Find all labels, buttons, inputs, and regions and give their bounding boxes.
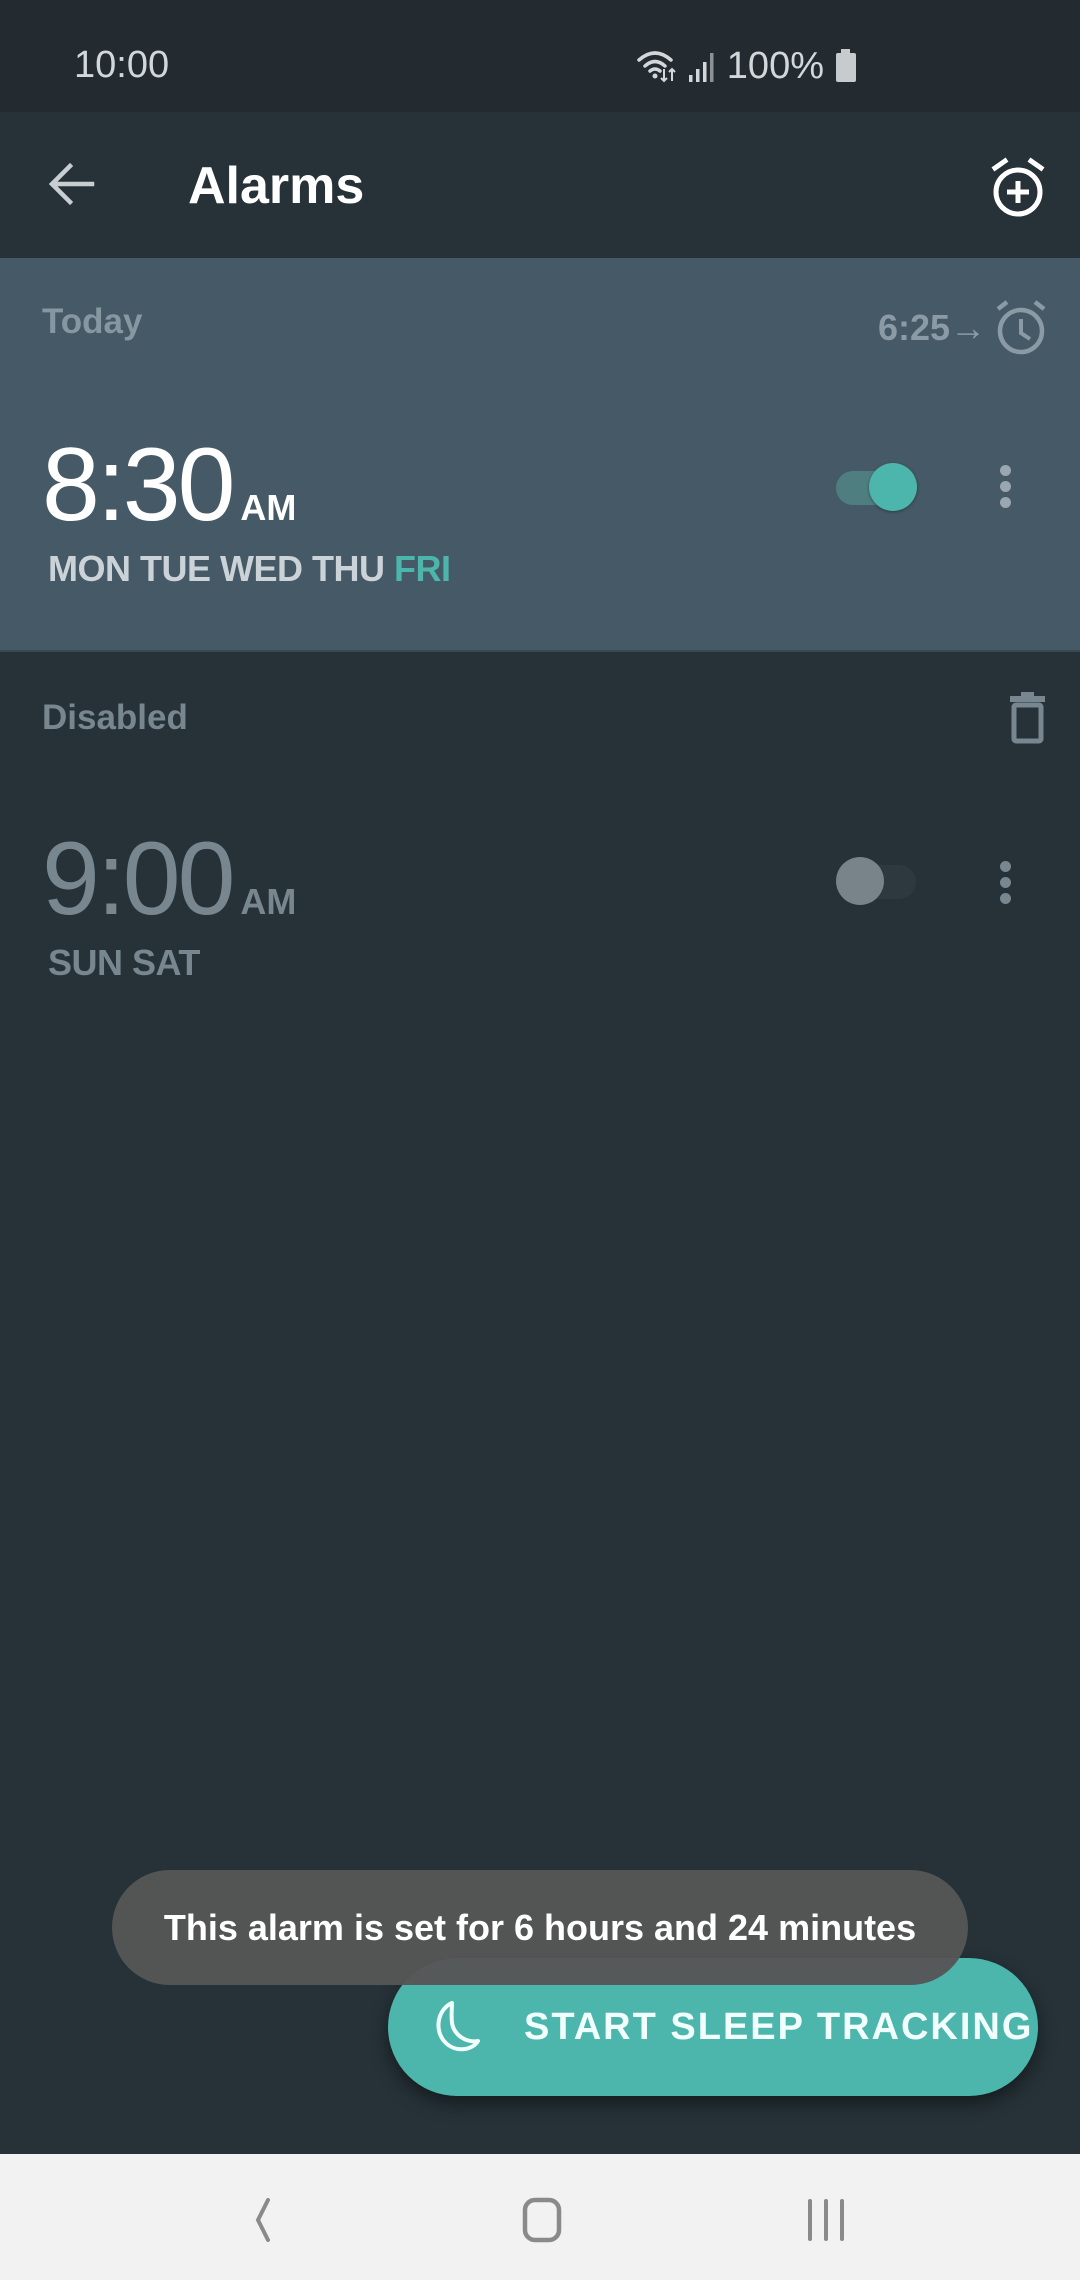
section-label-disabled: Disabled	[42, 698, 188, 737]
alarm-enable-toggle[interactable]	[836, 850, 926, 910]
alarm-enable-toggle[interactable]	[836, 456, 926, 516]
alarm-clock-icon	[996, 300, 1046, 355]
alarm-repeat-days: SUN SAT	[48, 942, 200, 984]
alarm-more-button[interactable]	[986, 456, 1026, 516]
alarm-time-digits: 9:00	[42, 821, 235, 937]
nav-home-icon	[522, 2197, 562, 2243]
arrow-left-icon	[48, 162, 95, 206]
battery-level: 100%	[726, 44, 824, 87]
fab-label: START SLEEP TRACKING	[524, 2005, 1034, 2048]
app-toolbar: Alarms	[0, 112, 1080, 258]
nav-back-icon	[255, 2198, 270, 2242]
status-time: 10:00	[74, 44, 170, 86]
toggle-thumb	[836, 857, 884, 905]
delete-disabled-button[interactable]	[1004, 690, 1054, 746]
system-nav-bar	[0, 2154, 1080, 2280]
alarm-ampm: AM	[240, 881, 297, 922]
alarm-days-list: MON TUE WED THU	[48, 548, 394, 589]
active-alarm-card[interactable]: Today 6:25→ 8:30 AM MON TUE WED THU FRI	[0, 258, 1080, 652]
next-alarm-countdown: 6:25→	[877, 307, 986, 348]
section-label-today: Today	[42, 302, 143, 341]
alarm-add-icon	[991, 157, 1045, 217]
alarm-days-list: SUN SAT	[48, 942, 200, 983]
page-title: Alarms	[188, 157, 365, 215]
back-button[interactable]	[44, 154, 104, 214]
alarm-time-digits: 8:30	[42, 427, 235, 543]
status-icons: 100%	[637, 44, 858, 88]
next-alarm-indicator: 6:25→	[878, 298, 1050, 358]
nav-back-button[interactable]	[232, 2190, 292, 2250]
more-dot	[1000, 877, 1011, 888]
toggle-thumb	[869, 463, 917, 511]
signal-icon	[687, 49, 717, 83]
alarm-time[interactable]: 8:30 AM	[42, 426, 296, 545]
nav-recents-icon	[808, 2199, 844, 2241]
alarm-day-next: FRI	[393, 548, 451, 589]
more-dot	[1000, 893, 1011, 904]
more-dot	[1000, 861, 1011, 872]
alarm-ampm: AM	[240, 487, 297, 528]
more-dot	[1000, 465, 1011, 476]
toast-message: This alarm is set for 6 hours and 24 min…	[112, 1870, 968, 1985]
add-alarm-button[interactable]	[988, 156, 1048, 220]
alarm-time[interactable]: 9:00 AM	[42, 820, 296, 939]
nav-home-button[interactable]	[512, 2190, 572, 2250]
wifi-icon	[637, 49, 677, 83]
battery-icon	[834, 49, 858, 83]
more-dot	[1000, 481, 1011, 492]
alarm-repeat-days: MON TUE WED THU FRI	[48, 548, 451, 590]
nav-recents-button[interactable]	[796, 2190, 856, 2250]
more-dot	[1000, 497, 1011, 508]
trash-icon	[1010, 692, 1045, 744]
moon-icon	[436, 2001, 480, 2052]
status-bar: 10:00 100%	[0, 0, 1080, 112]
alarm-more-button[interactable]	[986, 852, 1026, 912]
